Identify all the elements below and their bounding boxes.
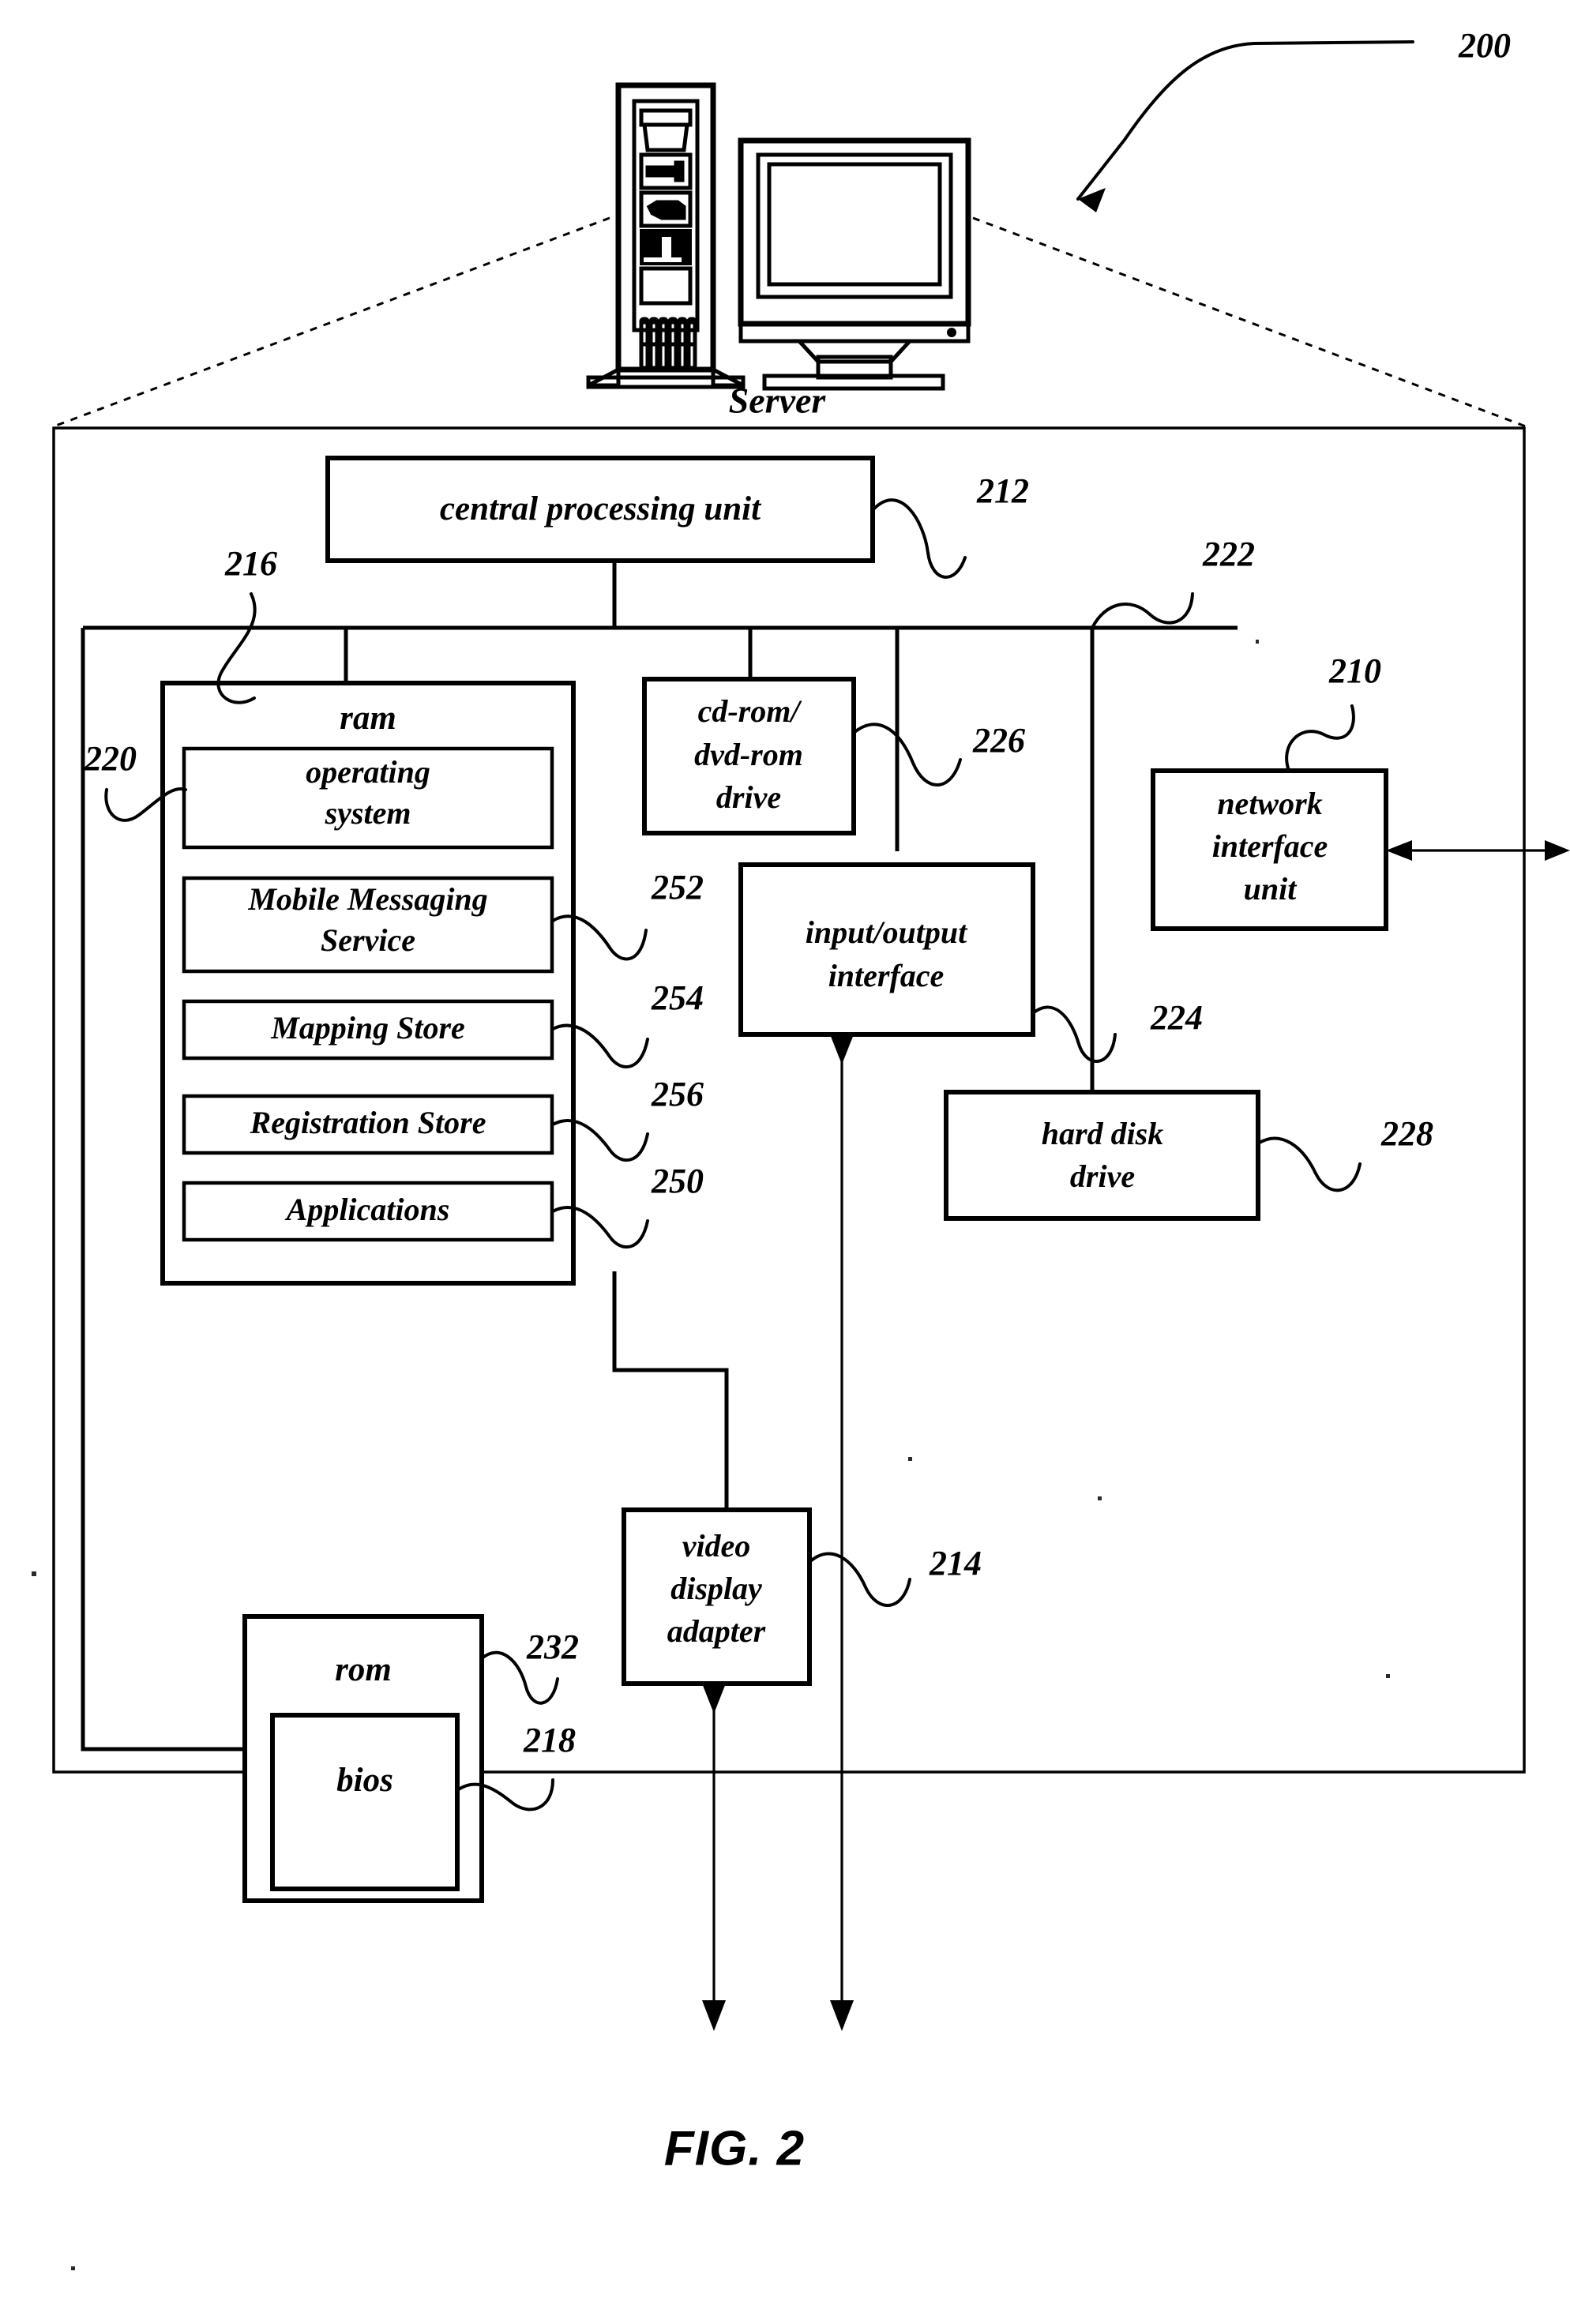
network-interface-unit-label-line2: interface [1212,828,1328,864]
hard-disk-drive-label-line2: drive [1070,1158,1135,1194]
operating-system-block: operating system [182,746,554,850]
ref-210: 210 [1328,651,1381,690]
cdrom-drive-label-line1: cd-rom/ [698,693,803,729]
video-display-adapter-label-line1: video [682,1528,751,1564]
ref-250: 250 [651,1162,704,1200]
operating-system-label-line1: operating [306,754,430,790]
ref-200: 200 [1458,26,1511,65]
ref-216: 216 [224,544,277,583]
figure-diagram-canvas: Server 200 central processing unit 212 r… [32,26,1570,2270]
cdrom-dvdrom-drive-block: cd-rom/ dvd-rom drive [642,677,856,835]
ref-218: 218 [523,1721,576,1759]
server-illustration: Server [586,82,971,421]
rom-block: rom bios [242,1614,484,1903]
ref-228: 228 [1380,1114,1433,1153]
ref-224: 224 [1150,998,1203,1037]
cpu-label: central processing unit [440,490,762,527]
scan-speckle [1386,1674,1390,1678]
registration-store-block: Registration Store [182,1094,554,1155]
ram-block: ram operating system Mobile Messaging Se… [160,681,576,1286]
ref-252: 252 [651,868,704,907]
hard-disk-drive-block: hard disk drive [944,1090,1260,1221]
patent-figure-2: Server 200 central processing unit 212 r… [0,0,1570,2324]
network-interface-unit-label-line1: network [1217,786,1322,821]
mapping-store-block: Mapping Store [182,999,554,1061]
network-interface-unit-label-line3: unit [1244,871,1298,907]
cdrom-drive-label-line3: drive [716,779,781,815]
ref-220: 220 [84,739,137,778]
applications-label: Applications [284,1192,450,1227]
io-interface-label-line2: interface [828,958,945,993]
mapping-store-label: Mapping Store [270,1010,465,1046]
ref-256: 256 [651,1075,704,1113]
hard-disk-drive-label-line1: hard disk [1042,1116,1164,1151]
mobile-messaging-service-label-line2: Service [321,922,415,958]
rom-label: rom [335,1651,392,1688]
ref-212: 212 [976,471,1029,510]
ref-226: 226 [972,721,1025,760]
scan-speckle [71,2266,75,2270]
ref-254: 254 [651,978,704,1017]
network-interface-unit-block: network interface unit [1151,768,1388,931]
ram-label: ram [340,700,396,737]
ref-214: 214 [929,1544,982,1582]
ref-232: 232 [526,1628,579,1666]
video-display-adapter-label-line3: adapter [667,1613,766,1649]
operating-system-label-line2: system [325,795,411,831]
scan-speckle [32,1571,36,1576]
system-ref-leader [1076,40,1414,212]
scan-speckle [908,1457,912,1461]
registration-store-label: Registration Store [250,1105,486,1140]
cdrom-drive-label-line2: dvd-rom [694,737,803,772]
scan-speckle [1256,640,1259,644]
bios-block: bios [270,1713,460,1891]
applications-block: Applications [182,1181,554,1242]
ref-222: 222 [1202,535,1255,573]
server-label: Server [729,381,827,421]
scan-speckle [1098,1496,1102,1500]
io-interface-block: input/output interface [738,862,1035,1037]
io-interface-label-line1: input/output [806,914,968,950]
cpu-block: central processing unit [325,456,875,563]
mobile-messaging-service-block: Mobile Messaging Service [182,876,554,974]
mobile-messaging-service-label-line1: Mobile Messaging [247,881,487,917]
bios-label: bios [336,1762,393,1799]
video-display-adapter-label-line2: display [670,1571,762,1606]
figure-caption: FIG. 2 [664,2121,805,2176]
video-display-adapter-block: video display adapter [622,1507,812,1686]
